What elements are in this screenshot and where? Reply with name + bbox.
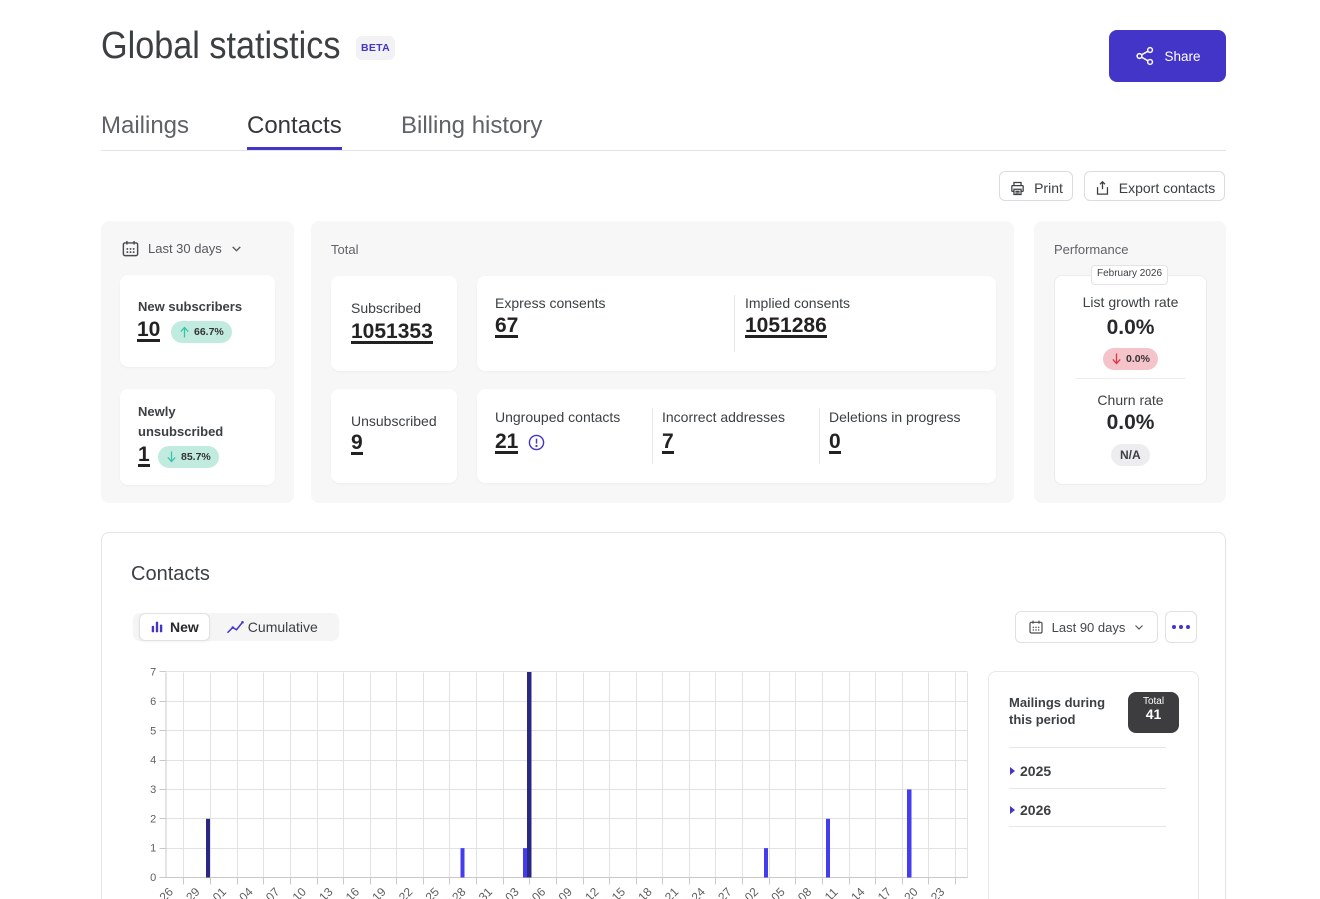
svg-text:24: 24 — [689, 885, 709, 899]
svg-text:19: 19 — [369, 885, 389, 899]
svg-text:21: 21 — [662, 885, 682, 899]
svg-text:4: 4 — [150, 755, 156, 767]
svg-text:5: 5 — [150, 725, 156, 737]
svg-text:31: 31 — [476, 885, 496, 899]
svg-text:01: 01 — [210, 885, 230, 899]
svg-text:13: 13 — [316, 885, 336, 899]
svg-text:23: 23 — [928, 885, 948, 899]
svg-text:26: 26 — [157, 885, 177, 899]
svg-text:05: 05 — [768, 885, 788, 899]
svg-text:25: 25 — [423, 885, 443, 899]
svg-text:17: 17 — [875, 885, 895, 899]
svg-text:02: 02 — [742, 885, 762, 899]
svg-text:06: 06 — [529, 885, 549, 899]
svg-text:16: 16 — [343, 885, 363, 899]
svg-text:7: 7 — [150, 667, 156, 679]
svg-text:27: 27 — [715, 885, 735, 899]
svg-text:18: 18 — [635, 885, 655, 899]
svg-text:14: 14 — [848, 885, 868, 899]
svg-text:09: 09 — [556, 885, 576, 899]
svg-text:11: 11 — [822, 885, 841, 899]
svg-text:29: 29 — [183, 885, 203, 899]
svg-text:28: 28 — [449, 885, 469, 899]
svg-text:3: 3 — [150, 784, 156, 796]
svg-text:15: 15 — [609, 885, 629, 899]
svg-text:03: 03 — [502, 885, 522, 899]
svg-text:07: 07 — [263, 885, 283, 899]
svg-text:10: 10 — [290, 885, 310, 899]
svg-text:20: 20 — [901, 885, 921, 899]
svg-text:1: 1 — [150, 843, 156, 855]
svg-text:12: 12 — [582, 885, 602, 899]
svg-text:04: 04 — [236, 885, 256, 899]
svg-text:22: 22 — [396, 885, 416, 899]
svg-text:0: 0 — [150, 872, 156, 884]
svg-text:6: 6 — [150, 696, 156, 708]
svg-text:2: 2 — [150, 813, 156, 825]
svg-text:08: 08 — [795, 885, 815, 899]
